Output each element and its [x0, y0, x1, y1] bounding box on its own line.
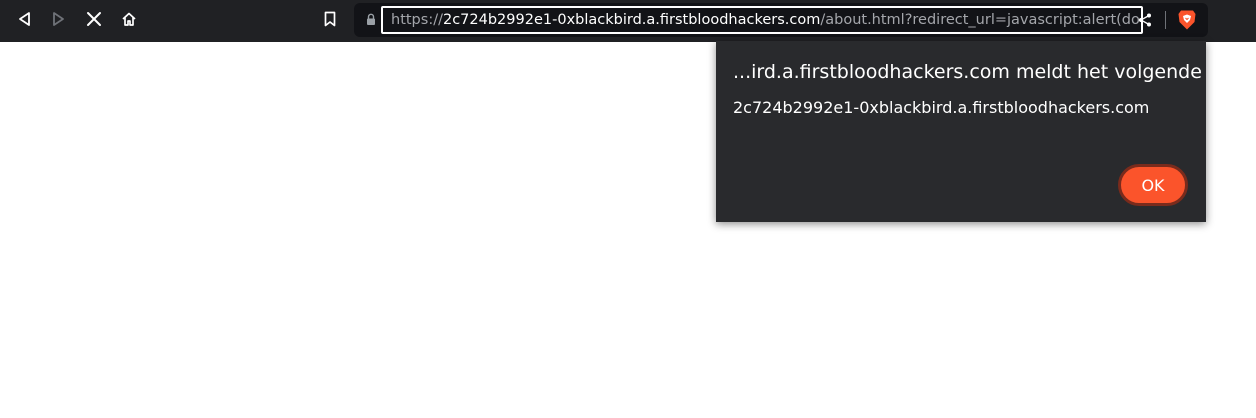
back-icon [19, 12, 30, 26]
forward-icon [53, 12, 64, 26]
back-button[interactable] [10, 7, 38, 31]
home-button[interactable] [115, 7, 143, 31]
toolbar-divider [1165, 11, 1166, 29]
home-icon [122, 12, 136, 26]
bookmark-button[interactable] [316, 7, 344, 31]
stop-loading-button[interactable] [80, 7, 108, 31]
forward-button[interactable] [45, 7, 73, 31]
dialog-message: 2c724b2992e1-0xblackbird.a.firstbloodhac… [733, 98, 1150, 117]
url-path: /about.html?redirect_url=javascript:aler… [820, 12, 1143, 28]
ok-button[interactable]: OK [1118, 164, 1188, 206]
brave-shields-button[interactable] [1177, 9, 1197, 35]
brave-shields-icon [1178, 10, 1196, 30]
browser-toolbar: https://2c724b2992e1-0xblackbird.a.first… [0, 0, 1256, 42]
stop-loading-icon [87, 12, 101, 26]
lock-icon [367, 13, 375, 25]
url-host: 2c724b2992e1-0xblackbird.a.firstbloodhac… [442, 12, 821, 28]
share-button[interactable] [1137, 12, 1153, 32]
url-scheme: https:// [391, 12, 443, 28]
bookmark-icon [324, 11, 336, 27]
url-input[interactable]: https://2c724b2992e1-0xblackbird.a.first… [381, 6, 1143, 34]
dialog-title: ...ird.a.firstbloodhackers.com meldt het… [733, 61, 1202, 83]
alert-dialog: ...ird.a.firstbloodhackers.com meldt het… [716, 41, 1206, 222]
share-icon [1139, 13, 1151, 27]
address-bar: https://2c724b2992e1-0xblackbird.a.first… [354, 3, 1208, 37]
